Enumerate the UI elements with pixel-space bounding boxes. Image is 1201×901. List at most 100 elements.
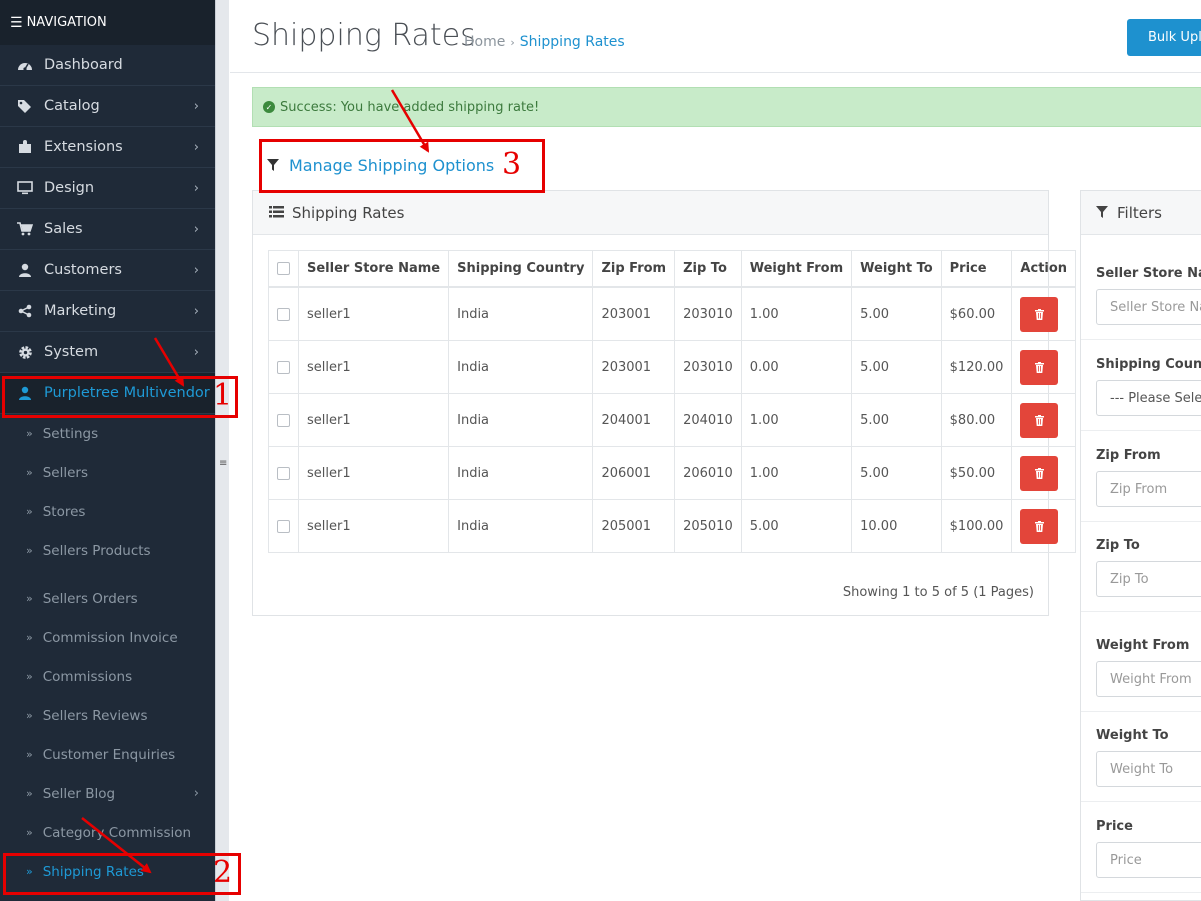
delete-button[interactable] bbox=[1020, 296, 1059, 332]
sidebar-subitem-label: Stores bbox=[42, 503, 86, 520]
filter-price: Price Price bbox=[1096, 819, 1201, 878]
row-checkbox[interactable] bbox=[277, 360, 290, 374]
dashboard-icon bbox=[16, 58, 34, 72]
table-cell: India bbox=[448, 499, 594, 553]
table-row: seller1 India 203001 203010 1.00 5.00 $60.00 bbox=[268, 286, 1077, 341]
column-header[interactable]: Zip To bbox=[674, 250, 742, 288]
sidebar-item-label: Catalog bbox=[44, 98, 100, 114]
delete-button[interactable] bbox=[1020, 508, 1059, 544]
table-cell: India bbox=[448, 446, 594, 500]
sidebar-item-sales[interactable]: Sales › bbox=[0, 209, 215, 250]
sidebar-subitem-settings[interactable]: » Settings bbox=[0, 414, 215, 453]
table-row: seller1 India 206001 206010 1.00 5.00 $50.00 bbox=[268, 446, 1077, 500]
sidebar-subitem-stores[interactable]: » Stores bbox=[0, 492, 215, 531]
table-cell: $50.00 bbox=[940, 446, 1013, 500]
price-input[interactable]: Price bbox=[1096, 842, 1201, 878]
select-all-cell bbox=[268, 250, 299, 288]
menu-bars-icon: ☰ bbox=[10, 14, 23, 31]
sidebar-subitem-label: Sellers Products bbox=[42, 542, 151, 559]
row-select-cell bbox=[268, 340, 299, 394]
zip-from-input[interactable]: Zip From bbox=[1096, 471, 1201, 507]
column-header[interactable]: Weight From bbox=[740, 250, 853, 288]
table-cell: India bbox=[448, 393, 594, 447]
sidebar-subitem-sellers-reviews[interactable]: » Sellers Reviews bbox=[0, 696, 215, 735]
row-checkbox[interactable] bbox=[277, 413, 290, 427]
bulk-upload-button[interactable]: Bulk Uple bbox=[1127, 19, 1201, 56]
column-header[interactable]: Weight To bbox=[851, 250, 942, 288]
zip-to-input[interactable]: Zip To bbox=[1096, 561, 1201, 597]
delete-button[interactable] bbox=[1020, 402, 1059, 438]
column-header[interactable]: Zip From bbox=[592, 250, 676, 288]
table-cell: 1.00 bbox=[740, 393, 853, 447]
sidebar-subitem-label: Sellers bbox=[42, 464, 89, 481]
breadcrumb-home[interactable]: Home bbox=[464, 34, 505, 50]
weight-from-input[interactable]: Weight From bbox=[1096, 661, 1201, 697]
sidebar-subitem-commissions[interactable]: » Commissions bbox=[0, 657, 215, 696]
double-chevron-icon: » bbox=[26, 631, 33, 644]
sidebar-subitem-seller-blog[interactable]: » Seller Blog › bbox=[0, 774, 215, 813]
trash-icon bbox=[1034, 467, 1044, 479]
sidebar-item-label: Design bbox=[44, 180, 95, 196]
sidebar-resize-handle[interactable] bbox=[215, 0, 229, 901]
filters-title: Filters bbox=[1117, 203, 1162, 222]
row-checkbox[interactable] bbox=[277, 466, 290, 480]
double-chevron-icon: » bbox=[26, 670, 33, 683]
column-header[interactable]: Shipping Country bbox=[448, 250, 594, 288]
trash-icon bbox=[1034, 414, 1044, 426]
delete-button[interactable] bbox=[1020, 349, 1059, 385]
sidebar-subitem-sellers[interactable]: » Sellers bbox=[0, 453, 215, 492]
breadcrumb-shipping-rates[interactable]: Shipping Rates bbox=[520, 34, 625, 50]
sidebar-item-label: Marketing bbox=[44, 303, 117, 319]
list-icon bbox=[269, 204, 284, 222]
filter-weight-to: Weight To Weight To bbox=[1096, 728, 1201, 787]
double-chevron-icon: » bbox=[26, 787, 33, 800]
sidebar-item-catalog[interactable]: Catalog › bbox=[0, 86, 215, 127]
sidebar-item-marketing[interactable]: Marketing › bbox=[0, 291, 215, 332]
table-cell: 10.00 bbox=[851, 499, 942, 553]
table-cell: 5.00 bbox=[851, 393, 942, 447]
filters-panel: Filters Seller Store Nam Seller Store Na… bbox=[1080, 190, 1201, 901]
select-all-checkbox[interactable] bbox=[277, 262, 290, 275]
double-chevron-icon: » bbox=[26, 748, 33, 761]
annotation-box-2 bbox=[3, 853, 241, 895]
sidebar-item-dashboard[interactable]: Dashboard bbox=[0, 45, 215, 86]
action-cell bbox=[1011, 340, 1077, 394]
action-cell bbox=[1011, 393, 1077, 447]
table-cell: 5.00 bbox=[851, 340, 942, 394]
share-icon bbox=[16, 304, 34, 318]
sidebar-subitem-customer-enquiries[interactable]: » Customer Enquiries bbox=[0, 735, 215, 774]
filter-icon bbox=[1096, 204, 1108, 222]
sidebar-subitem-label: Seller Blog bbox=[42, 785, 116, 802]
filter-zip-to: Zip To Zip To bbox=[1096, 538, 1201, 597]
table-header-row: Seller Store Name Shipping Country Zip F… bbox=[268, 250, 1077, 288]
action-cell bbox=[1011, 446, 1077, 500]
sidebar-item-system[interactable]: System › bbox=[0, 332, 215, 373]
sidebar-subitem-commission-invoice[interactable]: » Commission Invoice bbox=[0, 618, 215, 657]
sidebar-subitem-label: Sellers Reviews bbox=[42, 707, 148, 724]
sidebar-subitem-category-commission[interactable]: » Category Commission bbox=[0, 813, 215, 852]
row-checkbox[interactable] bbox=[277, 307, 290, 321]
sidebar-item-customers[interactable]: Customers › bbox=[0, 250, 215, 291]
column-header[interactable]: Price bbox=[940, 250, 1013, 288]
sidebar-subitem-sellers-products[interactable]: » Sellers Products bbox=[0, 531, 215, 570]
table-cell: 205010 bbox=[674, 499, 742, 553]
double-chevron-icon: » bbox=[26, 826, 33, 839]
weight-to-input[interactable]: Weight To bbox=[1096, 751, 1201, 787]
table-cell: $120.00 bbox=[940, 340, 1013, 394]
chevron-right-icon: › bbox=[193, 221, 199, 237]
annotation-number-1: 1 bbox=[213, 378, 233, 413]
sidebar-item-design[interactable]: Design › bbox=[0, 168, 215, 209]
table-cell: 1.00 bbox=[740, 446, 853, 500]
shipping-country-select[interactable]: --- Please Selec bbox=[1096, 380, 1201, 416]
column-header[interactable]: Seller Store Name bbox=[297, 250, 450, 288]
sidebar-subitem-sellers-orders[interactable]: » Sellers Orders bbox=[0, 579, 215, 618]
double-chevron-icon: » bbox=[26, 592, 33, 605]
sidebar-item-extensions[interactable]: Extensions › bbox=[0, 127, 215, 168]
nav-header[interactable]: ☰ NAVIGATION bbox=[0, 0, 215, 45]
seller-store-name-input[interactable]: Seller Store Nar bbox=[1096, 289, 1201, 325]
success-alert: ✓ Success: You have added shipping rate! bbox=[252, 87, 1201, 127]
delete-button[interactable] bbox=[1020, 455, 1059, 491]
action-cell bbox=[1011, 286, 1077, 341]
row-checkbox[interactable] bbox=[277, 519, 290, 533]
chevron-right-icon: › bbox=[193, 139, 199, 155]
